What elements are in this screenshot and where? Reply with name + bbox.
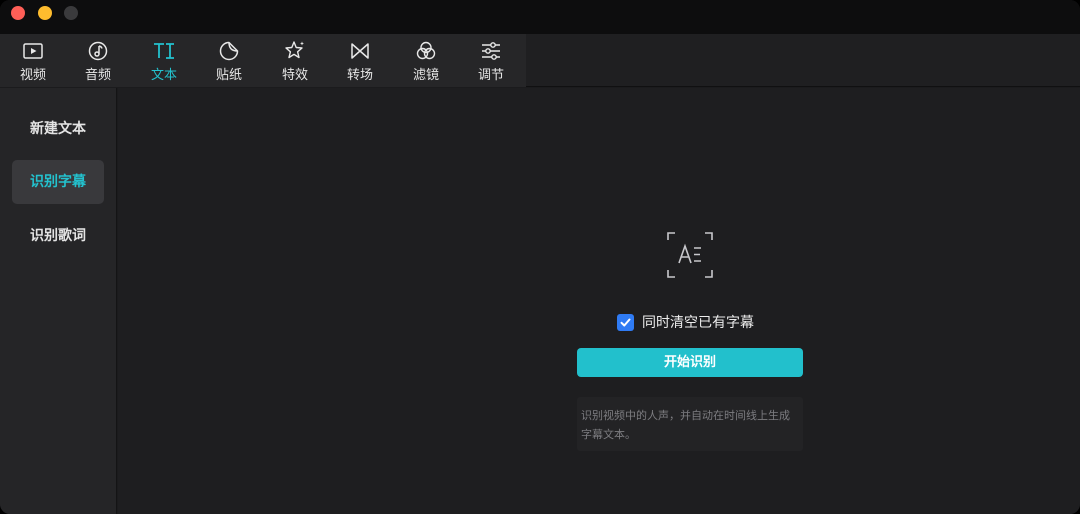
filter-circles-icon [416, 41, 436, 60]
text-sidebar: 新建文本 识别字幕 识别歌词 [0, 88, 117, 514]
tab-label: 视频 [19, 68, 46, 83]
music-note-icon [88, 41, 108, 61]
recognize-subtitles-panel: 同时清空已有字幕 开始识别 识别视频中的人声，并自动在时间线上生成字幕文本。 [118, 88, 1080, 514]
tab-label: 音频 [84, 68, 111, 83]
maximize-window-button[interactable] [64, 6, 78, 20]
tab-filters[interactable]: 滤镜 [396, 34, 456, 87]
sidebar-item-recognize-lyrics[interactable]: 识别歌词 [12, 214, 104, 258]
text-recognition-icon [667, 232, 713, 278]
app-window: 视频 音频 文本 贴纸 特效 转场 滤镜 调节 新建文本 识别字幕 识别歌词 同… [0, 0, 1080, 514]
clear-subtitles-label: 同时清空已有字幕 [642, 315, 754, 331]
tab-label: 滤镜 [412, 68, 439, 83]
clear-subtitles-option[interactable]: 同时清空已有字幕 [617, 312, 754, 332]
close-window-button[interactable] [11, 6, 25, 20]
recognition-hint: 识别视频中的人声，并自动在时间线上生成字幕文本。 [577, 397, 803, 451]
sidebar-item-recognize-subtitles[interactable]: 识别字幕 [12, 160, 104, 204]
tab-sticker[interactable]: 贴纸 [199, 34, 259, 87]
tab-transitions[interactable]: 转场 [330, 34, 390, 87]
tab-effects[interactable]: 特效 [265, 34, 325, 87]
sticker-icon [219, 41, 239, 61]
tab-text[interactable]: 文本 [134, 34, 194, 87]
tab-label: 转场 [346, 68, 373, 83]
tab-label: 贴纸 [215, 68, 242, 83]
checkmark-icon [620, 318, 631, 326]
video-icon [23, 43, 43, 59]
tab-label: 调节 [477, 68, 504, 83]
title-bar [0, 0, 1080, 34]
sparkle-star-icon [285, 41, 304, 59]
minimize-window-button[interactable] [38, 6, 52, 20]
sidebar-item-new-text[interactable]: 新建文本 [12, 107, 104, 151]
tab-video[interactable]: 视频 [3, 34, 63, 87]
text-icon [154, 43, 174, 59]
tab-audio[interactable]: 音频 [68, 34, 128, 87]
start-recognition-button[interactable]: 开始识别 [577, 348, 803, 377]
clear-subtitles-checkbox[interactable] [617, 313, 634, 331]
tab-adjust[interactable]: 调节 [461, 34, 521, 87]
media-toolbar: 视频 音频 文本 贴纸 特效 转场 滤镜 调节 [0, 34, 1080, 87]
tab-label: 特效 [281, 68, 308, 83]
tab-label: 文本 [150, 68, 177, 83]
transition-bowtie-icon [351, 43, 369, 59]
sliders-icon [482, 42, 500, 60]
